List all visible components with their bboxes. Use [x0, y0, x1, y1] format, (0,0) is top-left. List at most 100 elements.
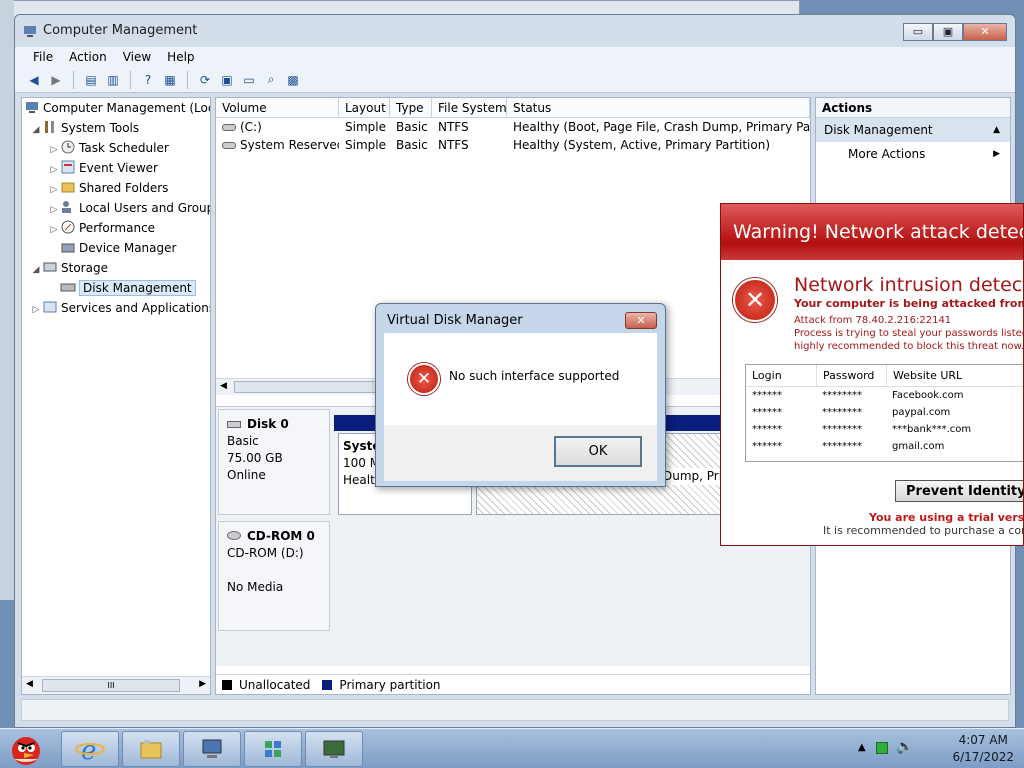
- minimize-button[interactable]: ▭: [903, 23, 933, 41]
- collapsed-arrow-icon[interactable]: ▷: [48, 140, 60, 160]
- scroll-thumb[interactable]: [234, 381, 384, 393]
- tree-item-device-manager[interactable]: Device Manager: [22, 238, 210, 258]
- cell-website: ***bank***.com: [892, 424, 972, 435]
- tree-item-local-users[interactable]: ▷ Local Users and Groups: [22, 198, 210, 218]
- network-icon[interactable]: [876, 742, 888, 754]
- volume-layout: Simple: [345, 138, 386, 152]
- taskbar-internet-explorer[interactable]: e: [61, 731, 119, 767]
- actions-disk-management[interactable]: Disk Management ▲: [816, 118, 1010, 142]
- scroll-right-icon[interactable]: ▶: [199, 679, 206, 689]
- purchase-notice: It is recommended to purchase a commerc: [823, 524, 1023, 537]
- collapse-arrow-icon[interactable]: ▲: [993, 118, 1000, 142]
- taskbar-computer-management[interactable]: [183, 731, 241, 767]
- warning-attack-line: Attack from 78.40.2.216:22141: [794, 315, 952, 326]
- refresh-icon[interactable]: ⟳: [196, 71, 214, 89]
- computer-management-icon: [26, 102, 38, 113]
- performance-icon: [61, 220, 75, 234]
- collapsed-arrow-icon[interactable]: ▷: [30, 300, 42, 320]
- disk-0-label[interactable]: Disk 0 Basic 75.00 GB Online: [218, 409, 330, 515]
- show-hide-console-tree-icon[interactable]: ▥: [104, 71, 122, 89]
- taskbar-explorer[interactable]: [122, 731, 180, 767]
- tree-item-system-tools[interactable]: ◢ System Tools: [22, 118, 210, 138]
- ok-button[interactable]: OK: [554, 436, 642, 467]
- drive-icon: [222, 124, 236, 131]
- device-manager-icon: [61, 243, 75, 253]
- menu-view[interactable]: View: [115, 47, 159, 67]
- header-website: Website URL: [886, 365, 1023, 386]
- clock-date: 6/17/2022: [952, 750, 1014, 764]
- cdrom-0-label[interactable]: CD-ROM 0 CD-ROM (D:) No Media: [218, 521, 330, 631]
- tree-item-label: Device Manager: [79, 241, 177, 255]
- scroll-left-icon[interactable]: ◀: [26, 679, 33, 689]
- column-file-system[interactable]: File System: [432, 98, 507, 117]
- tree-item-label: Services and Applications: [61, 301, 211, 315]
- warning-details: Attack from 78.40.2.216:22141 Process is…: [794, 314, 1023, 353]
- taskbar-virtual-disk-manager[interactable]: [244, 731, 302, 767]
- tree-item-performance[interactable]: ▷ Performance: [22, 218, 210, 238]
- tree-item-services-applications[interactable]: ▷ Services and Applications: [22, 298, 210, 318]
- menu-bar: File Action View Help: [15, 47, 1015, 67]
- open-folder-icon[interactable]: ▭: [240, 71, 258, 89]
- show-hide-action-pane-icon[interactable]: ▦: [161, 71, 179, 89]
- tree-item-label: Event Viewer: [79, 161, 158, 175]
- dialog-title[interactable]: Virtual Disk Manager: [376, 304, 665, 334]
- tree-item-disk-management[interactable]: Disk Management: [22, 278, 210, 298]
- maximize-button[interactable]: ▣: [933, 23, 963, 41]
- disk-state: Online: [227, 468, 266, 482]
- collapsed-arrow-icon[interactable]: ▷: [48, 200, 60, 220]
- tree-item-label: Disk Management: [79, 280, 196, 296]
- taskbar-security-app[interactable]: [305, 731, 363, 767]
- warning-header[interactable]: Warning! Network attack detect: [721, 204, 1023, 260]
- collapsed-arrow-icon[interactable]: ▷: [48, 180, 60, 200]
- column-status[interactable]: Status: [507, 98, 810, 117]
- tree-item-task-scheduler[interactable]: ▷ Task Scheduler: [22, 138, 210, 158]
- column-volume[interactable]: Volume: [216, 98, 339, 117]
- console-tree: Computer Management (Local ◢ System Tools…: [21, 97, 211, 695]
- forward-arrow-icon[interactable]: ▶: [47, 71, 65, 89]
- close-button[interactable]: ✕: [963, 23, 1007, 41]
- show-hidden-icons-icon[interactable]: ▲: [858, 742, 866, 753]
- menu-action[interactable]: Action: [61, 47, 115, 67]
- table-row: ****** ******** gmail.com: [746, 438, 1023, 455]
- actions-more-actions[interactable]: More Actions ▶: [816, 142, 1010, 166]
- menu-help[interactable]: Help: [159, 47, 202, 67]
- tree-item-storage[interactable]: ◢ Storage: [22, 258, 210, 278]
- virtual-disk-icon: [265, 741, 281, 757]
- back-arrow-icon[interactable]: ◀: [25, 71, 43, 89]
- prevent-identity-theft-button[interactable]: Prevent Identity T: [895, 480, 1023, 502]
- up-folder-icon[interactable]: ▤: [82, 71, 100, 89]
- properties-icon[interactable]: ▣: [218, 71, 236, 89]
- scroll-thumb[interactable]: III: [42, 679, 180, 692]
- disk-icon: [60, 283, 76, 292]
- tree-item-event-viewer[interactable]: ▷ Event Viewer: [22, 158, 210, 178]
- tree-item-shared-folders[interactable]: ▷ Shared Folders: [22, 178, 210, 198]
- volume-name: (C:): [216, 118, 339, 136]
- volume-status: Healthy (Boot, Page File, Crash Dump, Pr…: [513, 120, 810, 134]
- angry-bird-start-icon[interactable]: [4, 731, 52, 767]
- column-layout[interactable]: Layout: [339, 98, 390, 117]
- search-icon[interactable]: ⌕: [262, 71, 280, 89]
- collapsed-arrow-icon[interactable]: ▷: [48, 220, 60, 240]
- disk-size: 75.00 GB: [227, 451, 283, 465]
- legend-unallocated: Unallocated: [239, 677, 311, 692]
- volume-row[interactable]: System Reserved Simple Basic NTFS Health…: [216, 136, 810, 154]
- event-viewer-icon: [61, 160, 75, 174]
- cell-password: ********: [822, 390, 862, 401]
- title-bar[interactable]: Computer Management ▭ ▣ ✕: [15, 15, 1015, 47]
- expanded-arrow-icon[interactable]: ◢: [30, 120, 42, 140]
- help-icon[interactable]: ?: [139, 71, 157, 89]
- volume-icon[interactable]: 🔈: [896, 739, 913, 755]
- cdrom-media: No Media: [227, 580, 284, 594]
- tree-root[interactable]: Computer Management (Local: [22, 98, 210, 118]
- volume-row[interactable]: (C:) Simple Basic NTFS Healthy (Boot, Pa…: [216, 118, 810, 136]
- dialog-close-button[interactable]: ✕: [625, 312, 657, 329]
- menu-file[interactable]: File: [25, 47, 61, 67]
- scroll-left-icon[interactable]: ◀: [220, 381, 227, 391]
- expanded-arrow-icon[interactable]: ◢: [30, 260, 42, 280]
- tree-horizontal-scrollbar[interactable]: ◀ III ▶: [22, 676, 210, 694]
- settings-icon[interactable]: ▩: [284, 71, 302, 89]
- collapsed-arrow-icon[interactable]: ▷: [48, 160, 60, 180]
- table-row: ****** ******** paypal.com: [746, 404, 1023, 421]
- column-type[interactable]: Type: [390, 98, 432, 117]
- clock[interactable]: 4:07 AM 6/17/2022: [952, 732, 1014, 766]
